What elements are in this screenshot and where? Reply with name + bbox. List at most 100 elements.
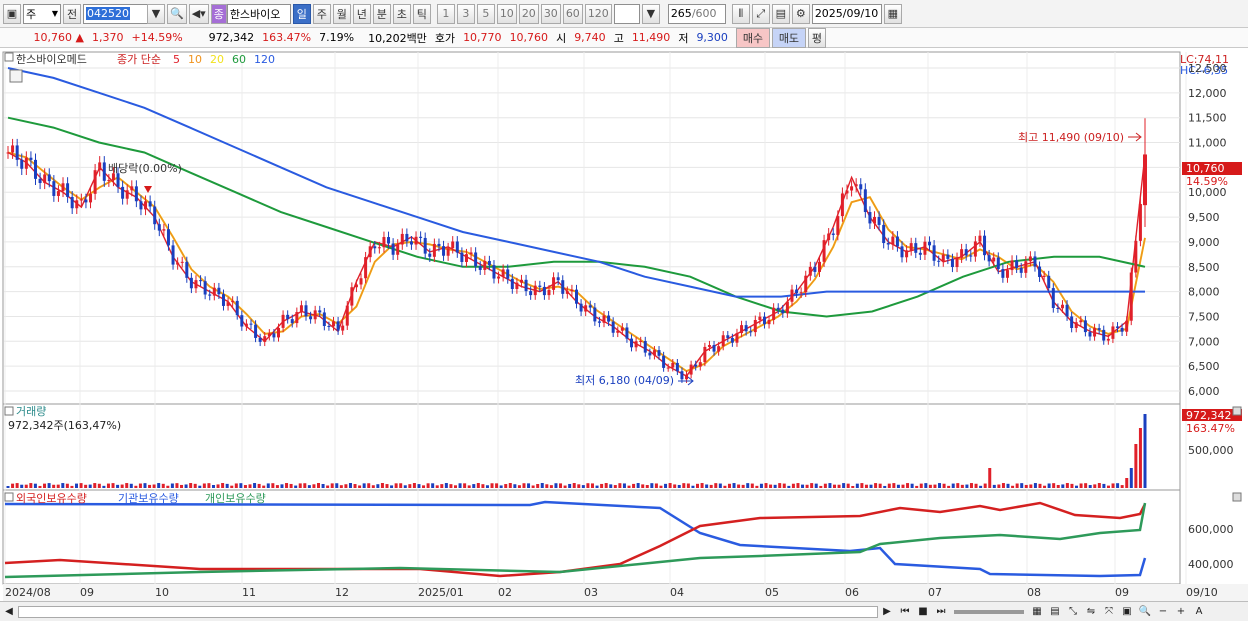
zoom-in-icon[interactable]: +: [1173, 604, 1189, 620]
volume-bar: [755, 485, 759, 488]
candle-body: [1056, 308, 1060, 310]
date-input[interactable]: 2025/09/10: [811, 3, 882, 24]
buy-button[interactable]: 매수: [735, 27, 770, 48]
volume-bar: [727, 483, 731, 488]
volume-bar: [974, 483, 978, 488]
volume-bar: [88, 484, 92, 488]
volume-close-icon[interactable]: [1232, 406, 1242, 416]
stop-icon[interactable]: ■: [915, 604, 931, 620]
scroll-right-icon[interactable]: ▶: [879, 604, 895, 620]
volume-bar: [157, 483, 161, 488]
period-tab-3[interactable]: 년: [352, 3, 371, 24]
count-field[interactable]: 265/600: [667, 3, 726, 24]
stock-chart[interactable]: 한스바이오메드 종가 단순 5 10 20 60 120 LC:74,11 HC:-6,…: [0, 48, 1248, 603]
amount-value: 10,202백만: [368, 31, 427, 45]
candle-body: [263, 336, 267, 342]
tool-icon-1[interactable]: ▦: [1029, 604, 1045, 620]
candle-body: [556, 277, 560, 281]
interval-dropdown-icon[interactable]: ▼: [641, 3, 660, 24]
chart-area[interactable]: 한스바이오메드 종가 단순 5 10 20 60 120 LC:74,11 HC:-6,…: [0, 48, 1248, 603]
candle-body: [478, 266, 482, 270]
last-icon[interactable]: ⏭: [933, 604, 949, 620]
period-tab-6[interactable]: 틱: [412, 3, 431, 24]
volume-bar: [184, 484, 188, 488]
window-icon[interactable]: ▣: [3, 3, 21, 24]
interval-tab-0[interactable]: 1: [436, 3, 455, 24]
tool-icon-4[interactable]: ⇋: [1083, 604, 1099, 620]
search-icon[interactable]: 🔍: [167, 3, 187, 24]
candle-body: [753, 319, 757, 333]
prev-button[interactable]: 전: [63, 3, 81, 24]
speaker-icon[interactable]: ◀▾: [188, 3, 209, 24]
volume-bar: [915, 485, 919, 488]
volume-bar: [312, 484, 316, 488]
volume-bar: [116, 484, 120, 488]
candle-body: [868, 212, 872, 224]
x-tick: 09: [80, 586, 94, 599]
interval-tab-2[interactable]: 5: [476, 3, 495, 24]
draw-tool-icon[interactable]: ⤢: [751, 3, 770, 24]
period-tab-2[interactable]: 월: [332, 3, 351, 24]
interval-tab-7[interactable]: 120: [584, 3, 612, 24]
calendar-icon[interactable]: ▦: [883, 3, 902, 24]
save-icon[interactable]: ▤: [771, 3, 790, 24]
interval-tab-1[interactable]: 3: [456, 3, 475, 24]
price-tick: 12,000: [1188, 87, 1227, 100]
candle-body: [776, 307, 780, 310]
sell-button[interactable]: 매도: [771, 27, 806, 48]
period-tab-5[interactable]: 초: [392, 3, 411, 24]
interval-tab-4[interactable]: 20: [518, 3, 539, 24]
candle-body: [162, 229, 166, 231]
candle-body: [497, 276, 501, 279]
period-tab-4[interactable]: 분: [372, 3, 391, 24]
first-icon[interactable]: ⏮: [897, 604, 913, 620]
volume-bar: [61, 483, 65, 488]
scroll-left-icon[interactable]: ◀: [1, 604, 17, 620]
gear-icon[interactable]: ⚙: [791, 3, 810, 24]
stock-code-input[interactable]: 042520: [83, 3, 149, 24]
tool-icon-6[interactable]: ▣: [1119, 604, 1135, 620]
font-size-icon[interactable]: A: [1191, 604, 1207, 620]
volume-bar: [1001, 483, 1005, 488]
ma-label: 종가 단순: [117, 53, 161, 66]
scroll-track[interactable]: [18, 605, 878, 618]
table-icon[interactable]: [9, 69, 23, 83]
volume-bar: [431, 483, 435, 488]
eval-button[interactable]: 평: [807, 27, 826, 48]
zoom-slider[interactable]: [954, 609, 1024, 614]
volume-ratio: 163.47%: [262, 31, 312, 44]
market-select[interactable]: 주 ▼: [23, 3, 61, 24]
high-annotation: 최고 11,490 (09/10): [1018, 131, 1124, 144]
volume-value: 972,342: [208, 31, 255, 44]
candle-type-icon[interactable]: ⫴: [731, 3, 750, 24]
volume-bar: [106, 483, 110, 488]
holdings-close-icon[interactable]: [1232, 492, 1242, 502]
candle-body: [396, 244, 400, 255]
code-dropdown-icon[interactable]: ▼: [147, 3, 165, 24]
period-tab-1[interactable]: 주: [312, 3, 331, 24]
zoom-icon[interactable]: 🔍: [1137, 604, 1153, 620]
candle-body: [1024, 261, 1028, 273]
candle-body: [597, 321, 601, 323]
tool-icon-2[interactable]: ▤: [1047, 604, 1063, 620]
volume-bar: [253, 483, 257, 488]
stock-name-field[interactable]: 한스바이오: [226, 3, 291, 24]
candle-body: [689, 364, 693, 375]
interval-custom-input[interactable]: [613, 3, 640, 24]
interval-tab-3[interactable]: 10: [496, 3, 517, 24]
tool-icon-5[interactable]: ⤧: [1101, 604, 1117, 620]
interval-tab-5[interactable]: 30: [540, 3, 561, 24]
candle-body: [1033, 256, 1037, 267]
volume-bar: [686, 483, 690, 488]
zoom-out-icon[interactable]: −: [1155, 604, 1171, 620]
chart-scrollbar[interactable]: ◀ ▶ ⏮ ■ ⏭ ▦ ▤ ⤡ ⇋ ⤧ ▣ 🔍 − + A: [0, 601, 1248, 621]
volume-bar: [463, 483, 467, 488]
x-tick: 08: [1027, 586, 1041, 599]
interval-tab-6[interactable]: 60: [562, 3, 583, 24]
tool-icon-3[interactable]: ⤡: [1065, 604, 1081, 620]
high-label: 고: [613, 31, 624, 45]
candle-body: [272, 333, 276, 338]
period-tab-0[interactable]: 일: [292, 3, 311, 24]
candle-body: [84, 199, 88, 203]
x-tick: 2025/01: [418, 586, 464, 599]
